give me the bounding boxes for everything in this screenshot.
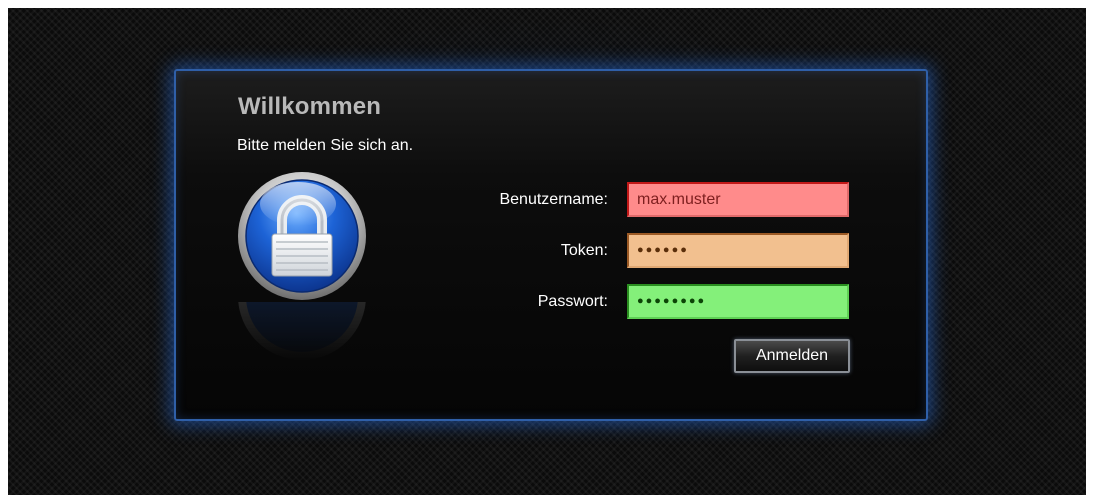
password-row: Passwort: ●●●●●●●● [176,284,930,320]
login-instruction: Bitte melden Sie sich an. [237,137,414,154]
username-input[interactable] [627,182,849,217]
login-button[interactable]: Anmelden [734,339,850,373]
password-input[interactable]: ●●●●●●●● [627,284,849,319]
token-input[interactable]: ●●●●●● [627,233,849,268]
token-masked-value: ●●●●●● [637,244,689,256]
token-label: Token: [560,242,608,259]
login-background: Willkommen Bitte melden Sie sich an. Ben… [8,8,1086,495]
page-title: Willkommen [238,93,382,120]
password-masked-value: ●●●●●●●● [637,295,707,307]
token-row: Token: ●●●●●● [176,233,930,269]
password-label: Passwort: [537,293,608,310]
username-label: Benutzername: [499,191,608,208]
login-panel: Willkommen Bitte melden Sie sich an. Ben… [174,69,928,421]
username-row: Benutzername: [176,182,930,218]
